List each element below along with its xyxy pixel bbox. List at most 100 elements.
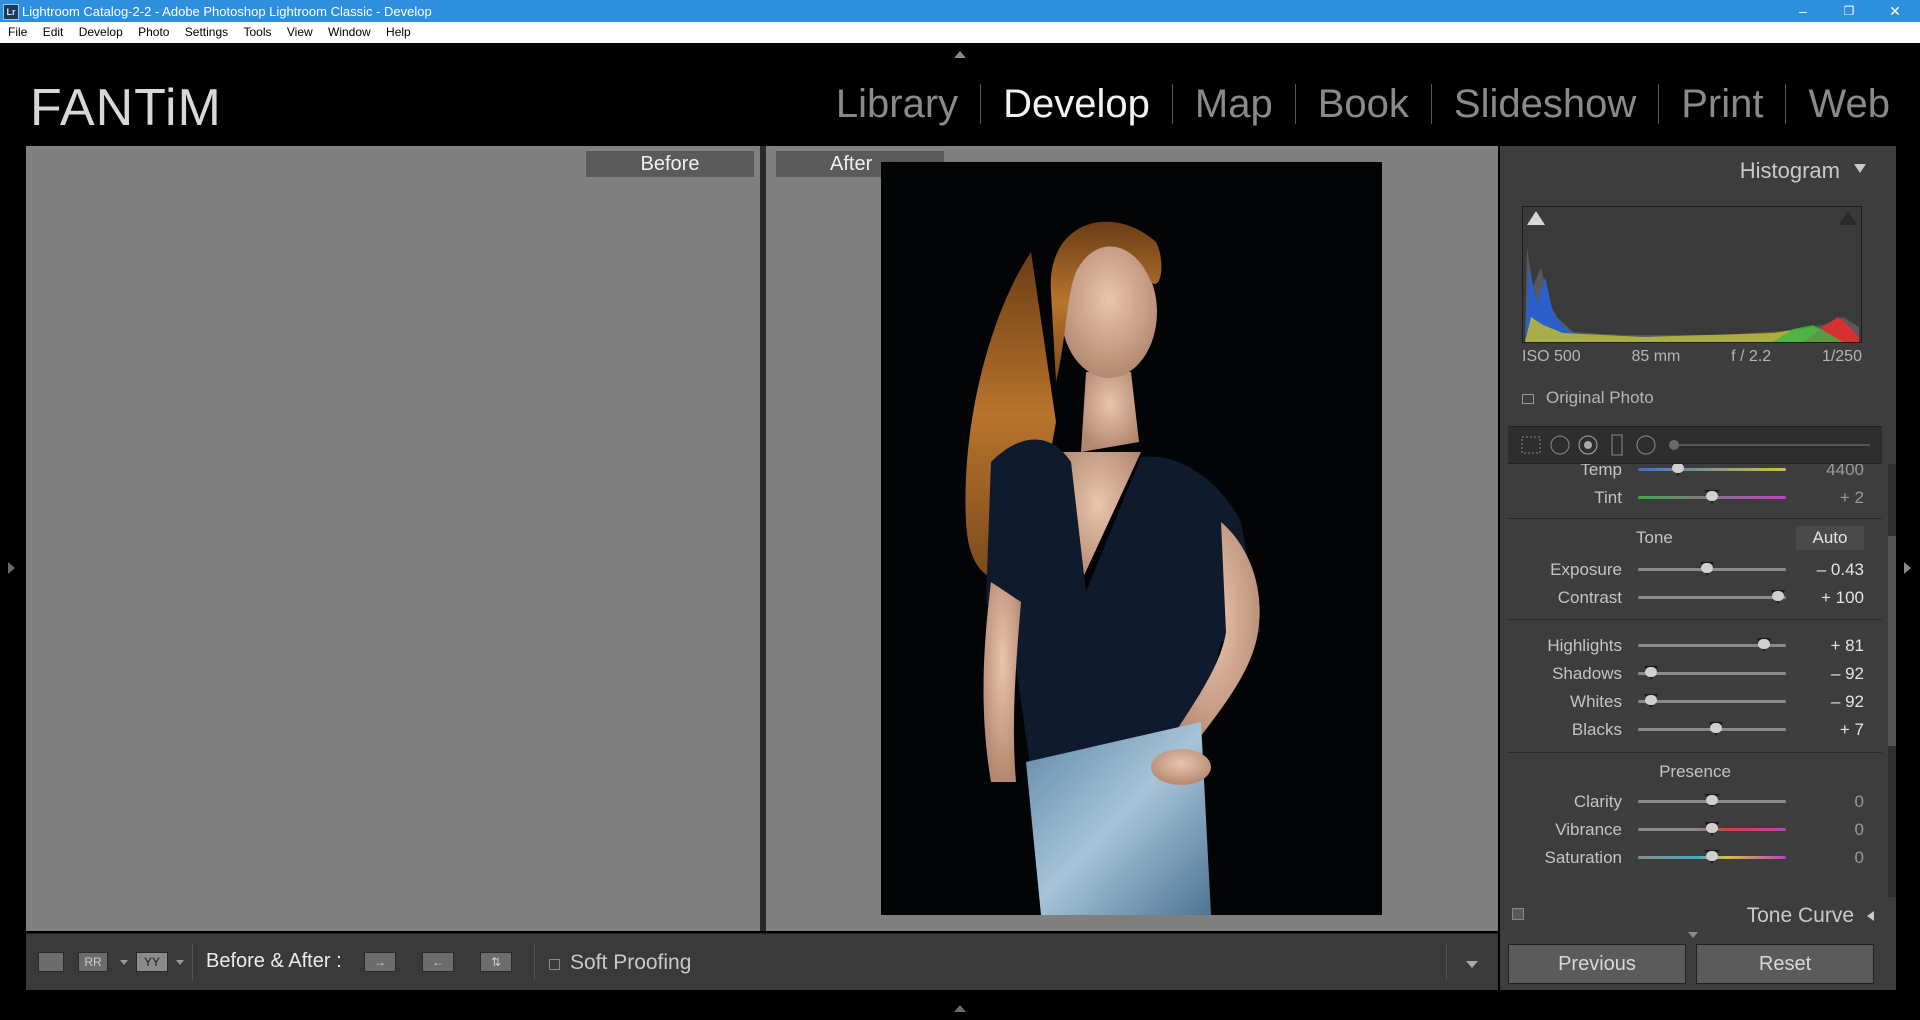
- focal-length: 85 mm: [1631, 348, 1681, 365]
- spot-removal-icon: [1550, 435, 1570, 455]
- menu-develop[interactable]: Develop: [73, 22, 129, 43]
- blacks-thumb[interactable]: [1709, 722, 1723, 736]
- shadows-value[interactable]: – 92: [1831, 664, 1864, 684]
- collapse-top-panel-icon[interactable]: [954, 51, 966, 58]
- tone-curve-expand-icon[interactable]: [1867, 911, 1874, 921]
- module-tabs: Library Develop Map Book Slideshow Print…: [814, 80, 1912, 128]
- restore-button[interactable]: ❐: [1826, 0, 1872, 22]
- highlights-label: Highlights: [1547, 636, 1622, 655]
- whites-thumb[interactable]: [1644, 694, 1658, 708]
- right-edge: [1896, 146, 1920, 990]
- collapse-right-panel-icon[interactable]: [1904, 562, 1911, 574]
- swap-before-after-icon[interactable]: ⇅: [480, 952, 512, 972]
- temp-track[interactable]: [1638, 468, 1786, 471]
- whites-value[interactable]: – 92: [1831, 692, 1864, 712]
- highlights-value[interactable]: + 81: [1830, 636, 1864, 656]
- slider-whites[interactable]: Whites – 92: [1508, 688, 1882, 714]
- original-photo-checkbox[interactable]: [1522, 393, 1534, 404]
- contrast-value[interactable]: + 100: [1821, 588, 1864, 608]
- tint-value[interactable]: + 2: [1840, 488, 1864, 508]
- menu-edit[interactable]: Edit: [37, 22, 70, 43]
- expand-left-panel-icon[interactable]: [8, 562, 15, 574]
- expand-filmstrip-icon[interactable]: [954, 1005, 966, 1012]
- tone-curve-header[interactable]: Tone Curve: [1508, 904, 1882, 928]
- slider-saturation[interactable]: Saturation 0: [1508, 844, 1882, 870]
- toolbar-content-dropdown-icon[interactable]: [1466, 961, 1478, 968]
- highlights-thumb[interactable]: [1757, 638, 1771, 652]
- panel-scrollbar-thumb[interactable]: [1888, 536, 1896, 746]
- previous-button[interactable]: Previous: [1508, 944, 1686, 984]
- slider-clarity[interactable]: Clarity 0: [1508, 788, 1882, 814]
- minimize-button[interactable]: –: [1780, 0, 1826, 22]
- portrait-photo[interactable]: [881, 162, 1382, 915]
- saturation-label: Saturation: [1544, 848, 1623, 867]
- clarity-label: Clarity: [1573, 792, 1622, 811]
- aperture-value: f / 2.2: [1731, 348, 1772, 365]
- exposure-value[interactable]: – 0.43: [1817, 560, 1864, 580]
- tint-thumb[interactable]: [1705, 490, 1719, 504]
- split-dropdown-icon[interactable]: [176, 960, 184, 965]
- reset-button[interactable]: Reset: [1696, 944, 1874, 984]
- temp-thumb[interactable]: [1671, 464, 1685, 476]
- slider-blacks[interactable]: Blacks + 7: [1508, 716, 1882, 742]
- iso-value: ISO 500: [1522, 348, 1581, 365]
- tab-map[interactable]: Map: [1173, 80, 1295, 128]
- menu-window[interactable]: Window: [322, 22, 377, 43]
- tab-develop[interactable]: Develop: [981, 80, 1172, 128]
- tab-library[interactable]: Library: [814, 80, 980, 128]
- shadow-clipping-icon[interactable]: [1527, 211, 1545, 225]
- tone-curve-title: Tone Curve: [1746, 904, 1854, 927]
- blacks-value[interactable]: + 7: [1840, 720, 1864, 740]
- temp-value[interactable]: 4400: [1826, 464, 1864, 480]
- exposure-thumb[interactable]: [1700, 562, 1714, 576]
- shadows-thumb[interactable]: [1644, 666, 1658, 680]
- tab-book[interactable]: Book: [1296, 80, 1431, 128]
- tab-slideshow[interactable]: Slideshow: [1432, 80, 1658, 128]
- slider-highlights[interactable]: Highlights + 81: [1508, 632, 1882, 658]
- close-button[interactable]: ✕: [1872, 0, 1918, 22]
- menu-photo[interactable]: Photo: [132, 22, 175, 43]
- tab-print[interactable]: Print: [1659, 80, 1785, 128]
- original-photo-toggle[interactable]: Original Photo: [1522, 388, 1654, 408]
- slider-shadows[interactable]: Shadows – 92: [1508, 660, 1882, 686]
- menu-view[interactable]: View: [281, 22, 319, 43]
- menu-tools[interactable]: Tools: [238, 22, 278, 43]
- loupe-view-icon[interactable]: [38, 952, 64, 972]
- before-after-lr-icon[interactable]: RR: [78, 952, 108, 972]
- histogram-header[interactable]: Histogram: [1500, 146, 1896, 190]
- view-dropdown-icon[interactable]: [120, 960, 128, 965]
- shadows-track[interactable]: [1638, 672, 1786, 675]
- tone-curve-toggle-icon[interactable]: [1512, 908, 1524, 920]
- contrast-track[interactable]: [1638, 596, 1786, 599]
- copy-after-to-before-icon[interactable]: ←: [422, 952, 454, 972]
- copy-before-to-after-icon[interactable]: →: [364, 952, 396, 972]
- filmstrip-collapsed: [0, 990, 1920, 1020]
- menu-help[interactable]: Help: [380, 22, 417, 43]
- menu-file[interactable]: File: [0, 22, 33, 43]
- before-pane[interactable]: Before: [26, 146, 760, 931]
- panel-collapse-icon[interactable]: [1854, 164, 1866, 173]
- slider-vibrance[interactable]: Vibrance 0: [1508, 816, 1882, 842]
- slider-contrast[interactable]: Contrast + 100: [1508, 584, 1882, 610]
- auto-tone-button[interactable]: Auto: [1796, 526, 1864, 550]
- clarity-thumb[interactable]: [1705, 794, 1719, 808]
- soft-proofing-checkbox[interactable]: [549, 959, 560, 970]
- slider-exposure[interactable]: Exposure – 0.43: [1508, 556, 1882, 582]
- vibrance-thumb[interactable]: [1705, 822, 1719, 836]
- whites-track[interactable]: [1638, 700, 1786, 703]
- saturation-value[interactable]: 0: [1855, 848, 1864, 868]
- histogram-graph[interactable]: [1522, 206, 1862, 343]
- highlight-clipping-icon[interactable]: [1839, 211, 1857, 225]
- vibrance-value[interactable]: 0: [1855, 820, 1864, 840]
- slider-temp[interactable]: Temp 4400: [1508, 464, 1882, 482]
- before-after-split-icon[interactable]: YY: [136, 952, 168, 972]
- slider-tint[interactable]: Tint + 2: [1508, 484, 1882, 510]
- clarity-value[interactable]: 0: [1855, 792, 1864, 812]
- menu-settings[interactable]: Settings: [179, 22, 234, 43]
- saturation-thumb[interactable]: [1705, 850, 1719, 864]
- tab-web[interactable]: Web: [1786, 80, 1912, 128]
- contrast-thumb[interactable]: [1771, 590, 1785, 604]
- tint-label: Tint: [1594, 488, 1622, 507]
- before-label: Before: [586, 151, 754, 177]
- portrait-illustration: [881, 162, 1382, 915]
